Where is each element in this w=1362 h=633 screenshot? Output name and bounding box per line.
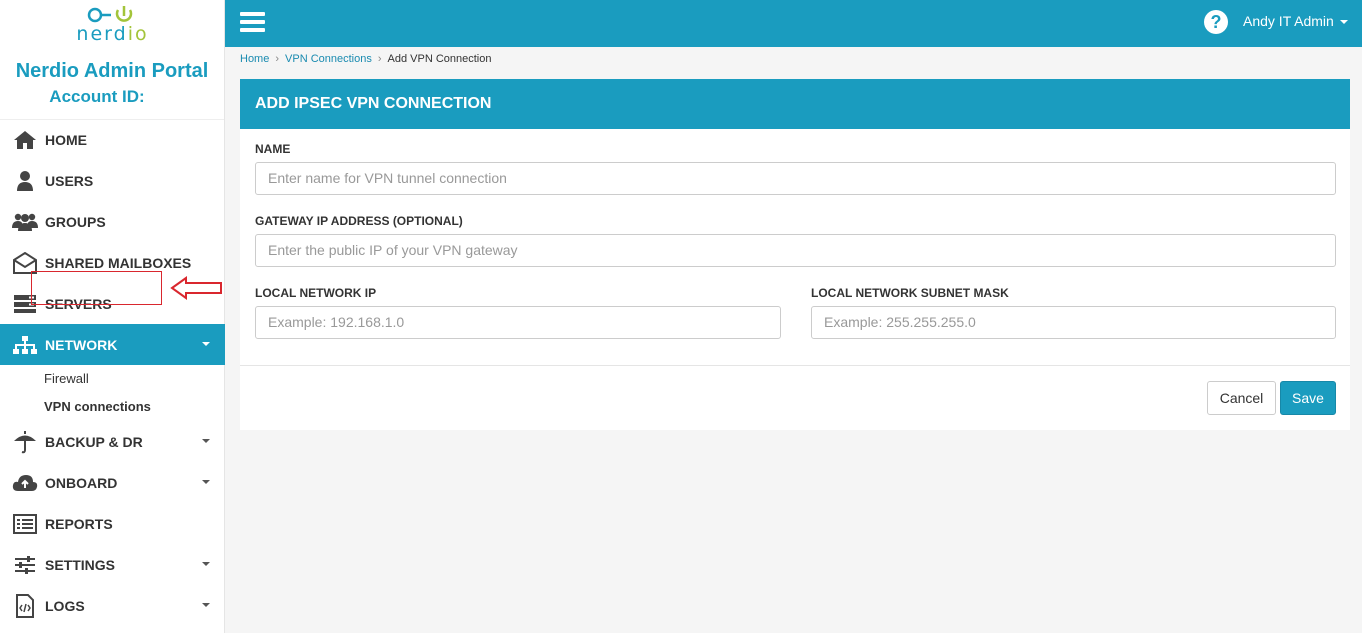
gateway-ip-label: GATEWAY IP ADDRESS (OPTIONAL) — [255, 214, 463, 228]
sliders-icon — [12, 553, 38, 577]
top-bar: ? Andy IT Admin — [225, 0, 1362, 47]
save-button[interactable]: Save — [1280, 381, 1336, 415]
name-label: NAME — [255, 142, 291, 156]
sidebar-item-label: NETWORK — [45, 336, 118, 353]
logo-text: nerdio — [76, 23, 149, 45]
subnet-mask-label: LOCAL NETWORK SUBNET MASK — [811, 286, 1009, 300]
sidebar-item-home[interactable]: HOME — [0, 119, 225, 160]
chevron-down-icon — [202, 342, 210, 346]
sidebar: nerdio Nerdio Admin Portal Account ID: H… — [0, 0, 225, 633]
chevron-down-icon — [1339, 20, 1348, 25]
sidebar-item-network[interactable]: NETWORK — [0, 324, 225, 365]
sidebar-item-label: REPORTS — [45, 515, 113, 532]
network-icon — [12, 333, 38, 357]
divider — [240, 365, 1350, 366]
breadcrumb-home[interactable]: Home — [240, 53, 269, 65]
sidebar-item-label: LOGS — [45, 597, 85, 614]
sidebar-item-users[interactable]: USERS — [0, 160, 225, 201]
name-input[interactable]: Enter name for VPN tunnel connection — [255, 162, 1336, 195]
subnet-mask-input[interactable]: Example: 255.255.255.0 — [811, 306, 1336, 339]
sidebar-item-label: BACKUP & DR — [45, 433, 143, 450]
portal-title: Nerdio Admin Portal — [15, 60, 209, 82]
breadcrumb-separator: › — [377, 53, 382, 65]
pointer-arrow-icon — [170, 276, 222, 300]
chevron-down-icon — [202, 603, 210, 607]
user-menu[interactable]: Andy IT Admin — [1243, 13, 1348, 29]
sidebar-item-backup-dr[interactable]: BACKUP & DR — [0, 421, 225, 462]
sidebar-item-label: SHARED MAILBOXES — [45, 254, 192, 271]
breadcrumb-vpn-connections[interactable]: VPN Connections — [285, 53, 372, 65]
menu-toggle-icon[interactable] — [240, 12, 265, 33]
user-icon — [12, 169, 38, 193]
chevron-down-icon — [202, 562, 210, 566]
add-vpn-panel: ADD IPSEC VPN CONNECTION NAME Enter name… — [240, 79, 1350, 430]
gateway-ip-input[interactable]: Enter the public IP of your VPN gateway — [255, 234, 1336, 267]
code-file-icon — [12, 593, 38, 618]
sidebar-nav: HOME USERS GROUPS SHARED MAILBOXES SERVE… — [0, 119, 225, 626]
help-icon[interactable]: ? — [1204, 10, 1228, 34]
breadcrumb: Home › VPN Connections › Add VPN Connection — [240, 53, 491, 65]
sidebar-item-label: HOME — [45, 131, 87, 148]
highlight-box — [31, 271, 162, 305]
umbrella-icon — [12, 430, 38, 454]
sidebar-item-reports[interactable]: REPORTS — [0, 503, 225, 544]
user-name: Andy IT Admin — [1243, 13, 1334, 29]
sidebar-item-label: GROUPS — [45, 213, 106, 230]
sidebar-item-logs[interactable]: LOGS — [0, 585, 225, 626]
sidebar-item-label: SETTINGS — [45, 556, 116, 573]
sidebar-subitem-firewall[interactable]: Firewall — [0, 365, 225, 393]
account-id: Account ID: — [0, 86, 224, 120]
local-network-ip-input[interactable]: Example: 192.168.1.0 — [255, 306, 781, 339]
chevron-down-icon — [202, 439, 210, 443]
report-icon — [12, 512, 38, 536]
local-network-ip-label: LOCAL NETWORK IP — [255, 286, 377, 300]
sidebar-item-label: USERS — [45, 172, 94, 189]
home-icon — [12, 128, 38, 152]
cancel-button[interactable]: Cancel — [1207, 381, 1276, 415]
panel-title: ADD IPSEC VPN CONNECTION — [240, 79, 1350, 129]
group-icon — [12, 210, 38, 234]
cloud-upload-icon — [12, 471, 38, 495]
breadcrumb-current: Add VPN Connection — [387, 53, 492, 65]
sidebar-item-onboard[interactable]: ONBOARD — [0, 462, 225, 503]
nerdio-logo[interactable]: nerdio — [0, 0, 224, 52]
sidebar-item-label: ONBOARD — [45, 474, 118, 491]
sidebar-subitem-vpn-connections[interactable]: VPN connections — [0, 393, 225, 421]
chevron-down-icon — [202, 480, 210, 484]
sidebar-item-settings[interactable]: SETTINGS — [0, 544, 225, 585]
sidebar-item-groups[interactable]: GROUPS — [0, 201, 225, 242]
breadcrumb-separator: › — [275, 53, 280, 65]
